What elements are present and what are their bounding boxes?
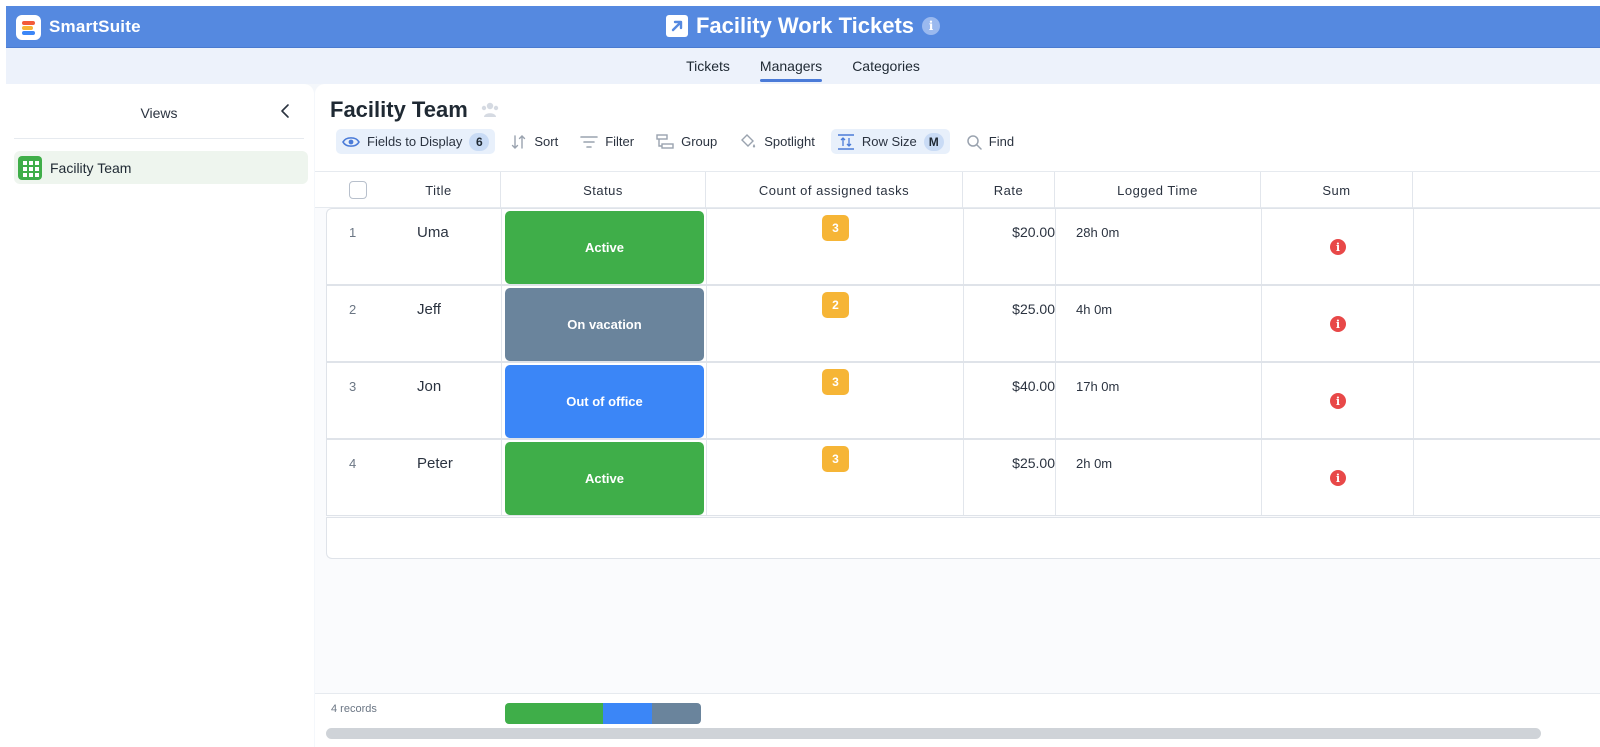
row-height-icon: [837, 133, 854, 150]
status-badge[interactable]: On vacation: [505, 288, 704, 361]
count-badge: 3: [822, 369, 849, 395]
count-badge: 2: [822, 292, 849, 318]
rate-value[interactable]: $25.00: [964, 301, 1055, 317]
grid-view-icon: [18, 155, 42, 180]
solution-title-area: Facility Work Tickets i: [6, 13, 1600, 39]
row-size-button[interactable]: Row Size M: [830, 129, 950, 154]
eye-icon: [342, 136, 360, 147]
team-members-icon[interactable]: [480, 101, 500, 119]
row-number: 3: [349, 379, 357, 394]
column-header-count[interactable]: Count of assigned tasks: [706, 172, 963, 208]
sidebar-item-label: Facility Team: [50, 159, 132, 176]
group-button[interactable]: Group: [650, 129, 723, 154]
top-bar: SmartSuite Facility Work Tickets i: [6, 6, 1600, 48]
row-title[interactable]: Peter: [417, 455, 453, 472]
tab-categories[interactable]: Categories: [852, 50, 920, 82]
add-record-row[interactable]: [326, 517, 1600, 559]
sort-label: Sort: [534, 134, 559, 149]
find-button[interactable]: Find: [960, 129, 1020, 154]
status-badge[interactable]: Active: [505, 442, 704, 515]
views-sidebar: Views Facility Team: [6, 84, 314, 747]
record-count: 4 records: [331, 703, 377, 715]
app-frame: SmartSuite Facility Work Tickets i Ticke…: [6, 6, 1600, 747]
info-icon[interactable]: i: [922, 17, 941, 35]
logged-time-value[interactable]: 28h 0m: [1076, 225, 1119, 240]
open-external-icon[interactable]: [665, 15, 688, 37]
select-all-checkbox[interactable]: [349, 181, 367, 199]
column-header-rate[interactable]: Rate: [963, 172, 1055, 208]
status-badge[interactable]: Out of office: [505, 365, 704, 438]
row-size-label: Row Size: [861, 134, 917, 149]
column-header-logged-time[interactable]: Logged Time: [1055, 172, 1261, 208]
row-number: 4: [349, 456, 357, 471]
fields-to-display-button[interactable]: Fields to Display 6: [336, 129, 496, 154]
error-icon[interactable]: i: [1330, 470, 1346, 486]
view-title-area: Facility Team: [330, 97, 500, 123]
tab-tickets[interactable]: Tickets: [686, 50, 730, 82]
row-size-badge: M: [923, 132, 944, 151]
tab-managers[interactable]: Managers: [759, 50, 823, 82]
rate-value[interactable]: $25.00: [964, 455, 1055, 471]
find-label: Find: [988, 134, 1015, 149]
rate-value[interactable]: $40.00: [964, 378, 1055, 394]
status-summary-out-of-office: [603, 703, 652, 724]
error-icon[interactable]: i: [1330, 316, 1346, 332]
spotlight-button[interactable]: Spotlight: [733, 129, 821, 154]
logged-time-value[interactable]: 17h 0m: [1076, 379, 1119, 394]
fields-count-badge: 6: [469, 132, 490, 151]
table-row[interactable]: 3 Jon Out of office 3 $40.00 17h 0m i: [326, 362, 1600, 439]
logged-time-value[interactable]: 2h 0m: [1076, 456, 1112, 471]
row-number: 2: [349, 302, 357, 317]
paint-bucket-icon: [741, 133, 756, 147]
collapse-sidebar-icon[interactable]: [276, 101, 296, 121]
column-header-status[interactable]: Status: [501, 172, 706, 208]
count-badge: 3: [822, 215, 849, 241]
filter-icon: [580, 135, 599, 148]
row-number: 1: [349, 225, 357, 240]
status-summary-active: [505, 703, 603, 724]
row-title[interactable]: Jeff: [417, 301, 441, 318]
grid-footer: 4 records: [315, 693, 1600, 747]
row-title[interactable]: Uma: [417, 224, 449, 241]
group-icon: [656, 133, 674, 149]
spotlight-label: Spotlight: [764, 134, 815, 149]
grid-header-row: Title Status Count of assigned tasks Rat…: [315, 172, 1600, 208]
main-panel: Facility Team Fields to Display 6 Sort F…: [315, 84, 1600, 747]
horizontal-scrollbar[interactable]: [326, 728, 1541, 739]
view-title: Facility Team: [330, 97, 468, 122]
table-row[interactable]: 4 Peter Active 3 $25.00 2h 0m i: [326, 439, 1600, 516]
filter-button[interactable]: Filter: [574, 129, 640, 154]
sidebar-item-facility-team[interactable]: Facility Team: [14, 151, 308, 184]
count-badge: 3: [822, 446, 849, 472]
fields-to-display-label: Fields to Display: [367, 134, 463, 149]
group-label: Group: [681, 134, 718, 149]
search-icon: [967, 134, 982, 150]
status-badge[interactable]: Active: [505, 211, 704, 284]
solution-title: Facility Work Tickets: [695, 13, 915, 38]
table-row[interactable]: 2 Jeff On vacation 2 $25.00 4h 0m i: [326, 285, 1600, 362]
logged-time-value[interactable]: 4h 0m: [1076, 302, 1112, 317]
sort-icon: [512, 134, 526, 149]
status-summary-on-vacation: [652, 703, 701, 724]
column-header-title[interactable]: Title: [377, 172, 501, 208]
sort-button[interactable]: Sort: [505, 129, 564, 154]
rate-value[interactable]: $20.00: [964, 224, 1055, 240]
views-header: Views: [14, 84, 304, 139]
table-tabs: Tickets Managers Categories: [6, 48, 1600, 84]
table-row[interactable]: 1 Uma Active 3 $20.00 28h 0m i: [326, 208, 1600, 285]
view-header: Facility Team Fields to Display 6 Sort F…: [315, 84, 1600, 172]
status-summary-bar[interactable]: [505, 703, 701, 724]
row-title[interactable]: Jon: [417, 378, 441, 395]
filter-label: Filter: [605, 134, 635, 149]
error-icon[interactable]: i: [1330, 239, 1346, 255]
column-header-sum[interactable]: Sum: [1261, 172, 1413, 208]
error-icon[interactable]: i: [1330, 393, 1346, 409]
view-toolbar: Fields to Display 6 Sort Filter Group Sp…: [336, 129, 1020, 154]
views-title: Views: [140, 105, 178, 121]
